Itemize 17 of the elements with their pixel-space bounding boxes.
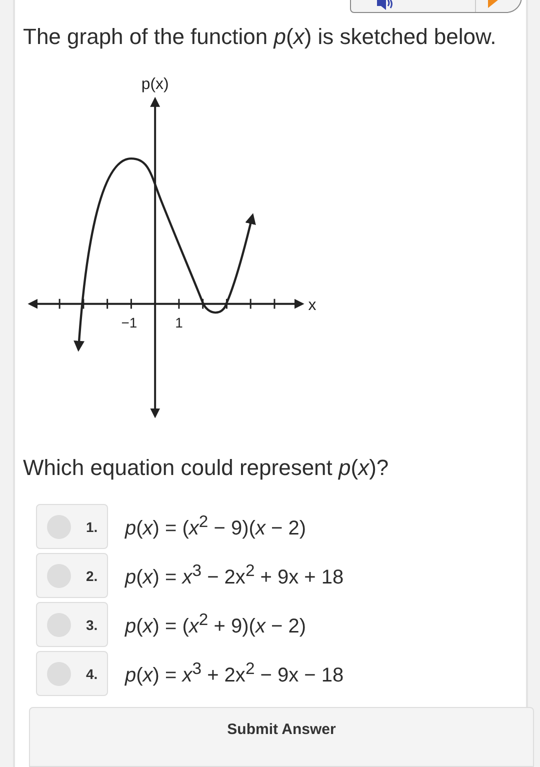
option-button[interactable]: 4. xyxy=(36,651,108,696)
tick-label: −1 xyxy=(121,314,138,331)
question-text: Which equation could represent p(x)? xyxy=(23,454,390,482)
submit-button[interactable]: Submit Answer xyxy=(29,707,534,767)
speaker-icon xyxy=(376,0,394,10)
answer-choice: p(x) = x$^{3}$ − 2x$^{2}$ + 9x + 18 xyxy=(125,561,344,590)
axis-label: x xyxy=(308,296,316,314)
play-icon xyxy=(488,0,498,8)
option-button[interactable]: 2. xyxy=(36,553,108,598)
answer-choice: p(x) = (x$^{2}$ + 9)(x − 2) xyxy=(125,610,306,640)
tick-label: 1 xyxy=(175,314,183,331)
prompt-text: The graph of the function p(x) is sketched below. xyxy=(23,23,498,51)
answer-choice: p(x) = x$^{3}$ + 2x$^{2}$ − 9x − 18 xyxy=(125,659,344,688)
answer-choice: p(x) = (x$^{2}$ − 9)(x − 2) xyxy=(125,512,306,542)
option-button[interactable]: 1. xyxy=(36,504,108,550)
axis-label: p(x) xyxy=(141,76,169,93)
option-button[interactable]: 3. xyxy=(36,602,108,648)
